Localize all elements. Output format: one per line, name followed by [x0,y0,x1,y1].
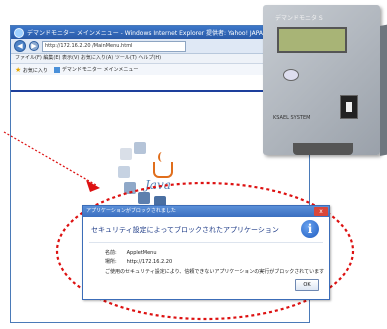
info-icon: i [301,220,319,238]
spinner-segment [118,166,130,178]
device-side [380,24,387,156]
star-icon: ★ [15,65,22,74]
dialog-titlebar: アプリケーションがブロックされました x [83,206,329,217]
divider [89,242,323,243]
back-button[interactable]: ◀ [14,40,26,52]
spinner-segment [138,192,150,204]
tab-label: デマンドモニター メインメニュー [61,67,139,73]
forward-button[interactable]: ▶ [29,41,39,51]
spinner-segment [120,148,132,160]
close-button[interactable]: x [314,207,328,216]
location-key: 場所: [105,259,117,265]
ok-button[interactable]: OK [295,279,319,291]
device-footer-label: KSAEL SYSTEM [273,115,311,121]
demand-monitor-device: デマンドモニタ S KSAEL SYSTEM [263,5,387,156]
spinner-segment [124,182,136,194]
device-badge [283,69,299,81]
spinner-segment [134,142,146,154]
device-brand: デマンドモニタ S [275,15,323,22]
java-label: Java [145,178,171,192]
favorites-button[interactable]: ★ お気に入り [15,66,48,74]
name-key: 名前: [105,250,117,256]
dialog-message: ご使用のセキュリティ設定により、信頼できないアプリケーションの実行がブロックされ… [105,269,325,275]
browser-tab[interactable]: デマンドモニター メインメニュー [53,66,139,73]
dialog-title: アプリケーションがブロックされました [86,208,176,214]
dialog-heading: セキュリティ設定によってブロックされたアプリケーション [91,226,279,234]
browser-title: デマンドモニター メインメニュー - Windows Internet Expl… [27,30,268,37]
device-vent [293,143,353,155]
device-switch [340,95,358,119]
favorites-label: お気に入り [22,67,48,74]
address-bar[interactable]: http://172.16.2.20 /MainMenu.html [42,40,186,52]
name-value: AppletMenu [126,250,157,256]
java-steam-icon [158,152,166,162]
location-row: 場所: http://172.16.2.20 [105,258,172,265]
ie-icon [14,27,24,38]
java-cup-icon [153,162,173,178]
page-icon [53,66,60,73]
name-row: 名前: AppletMenu [105,249,157,256]
device-lcd [277,27,347,53]
location-value: http://172.16.2.20 [126,259,173,265]
blocked-app-dialog: アプリケーションがブロックされました x セキュリティ設定によってブロックされた… [82,205,330,300]
